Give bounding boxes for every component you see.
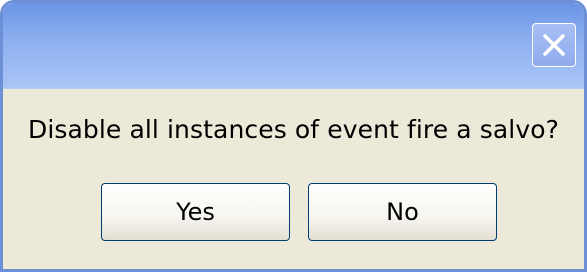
no-button[interactable]: No: [308, 183, 497, 241]
close-icon: [543, 34, 565, 56]
dialog-message: Disable all instances of event fire a sa…: [27, 115, 560, 144]
confirm-dialog: Disable all instances of event fire a sa…: [0, 0, 587, 272]
title-bar[interactable]: [3, 3, 584, 89]
yes-button[interactable]: Yes: [101, 183, 290, 241]
close-button[interactable]: [532, 23, 576, 67]
